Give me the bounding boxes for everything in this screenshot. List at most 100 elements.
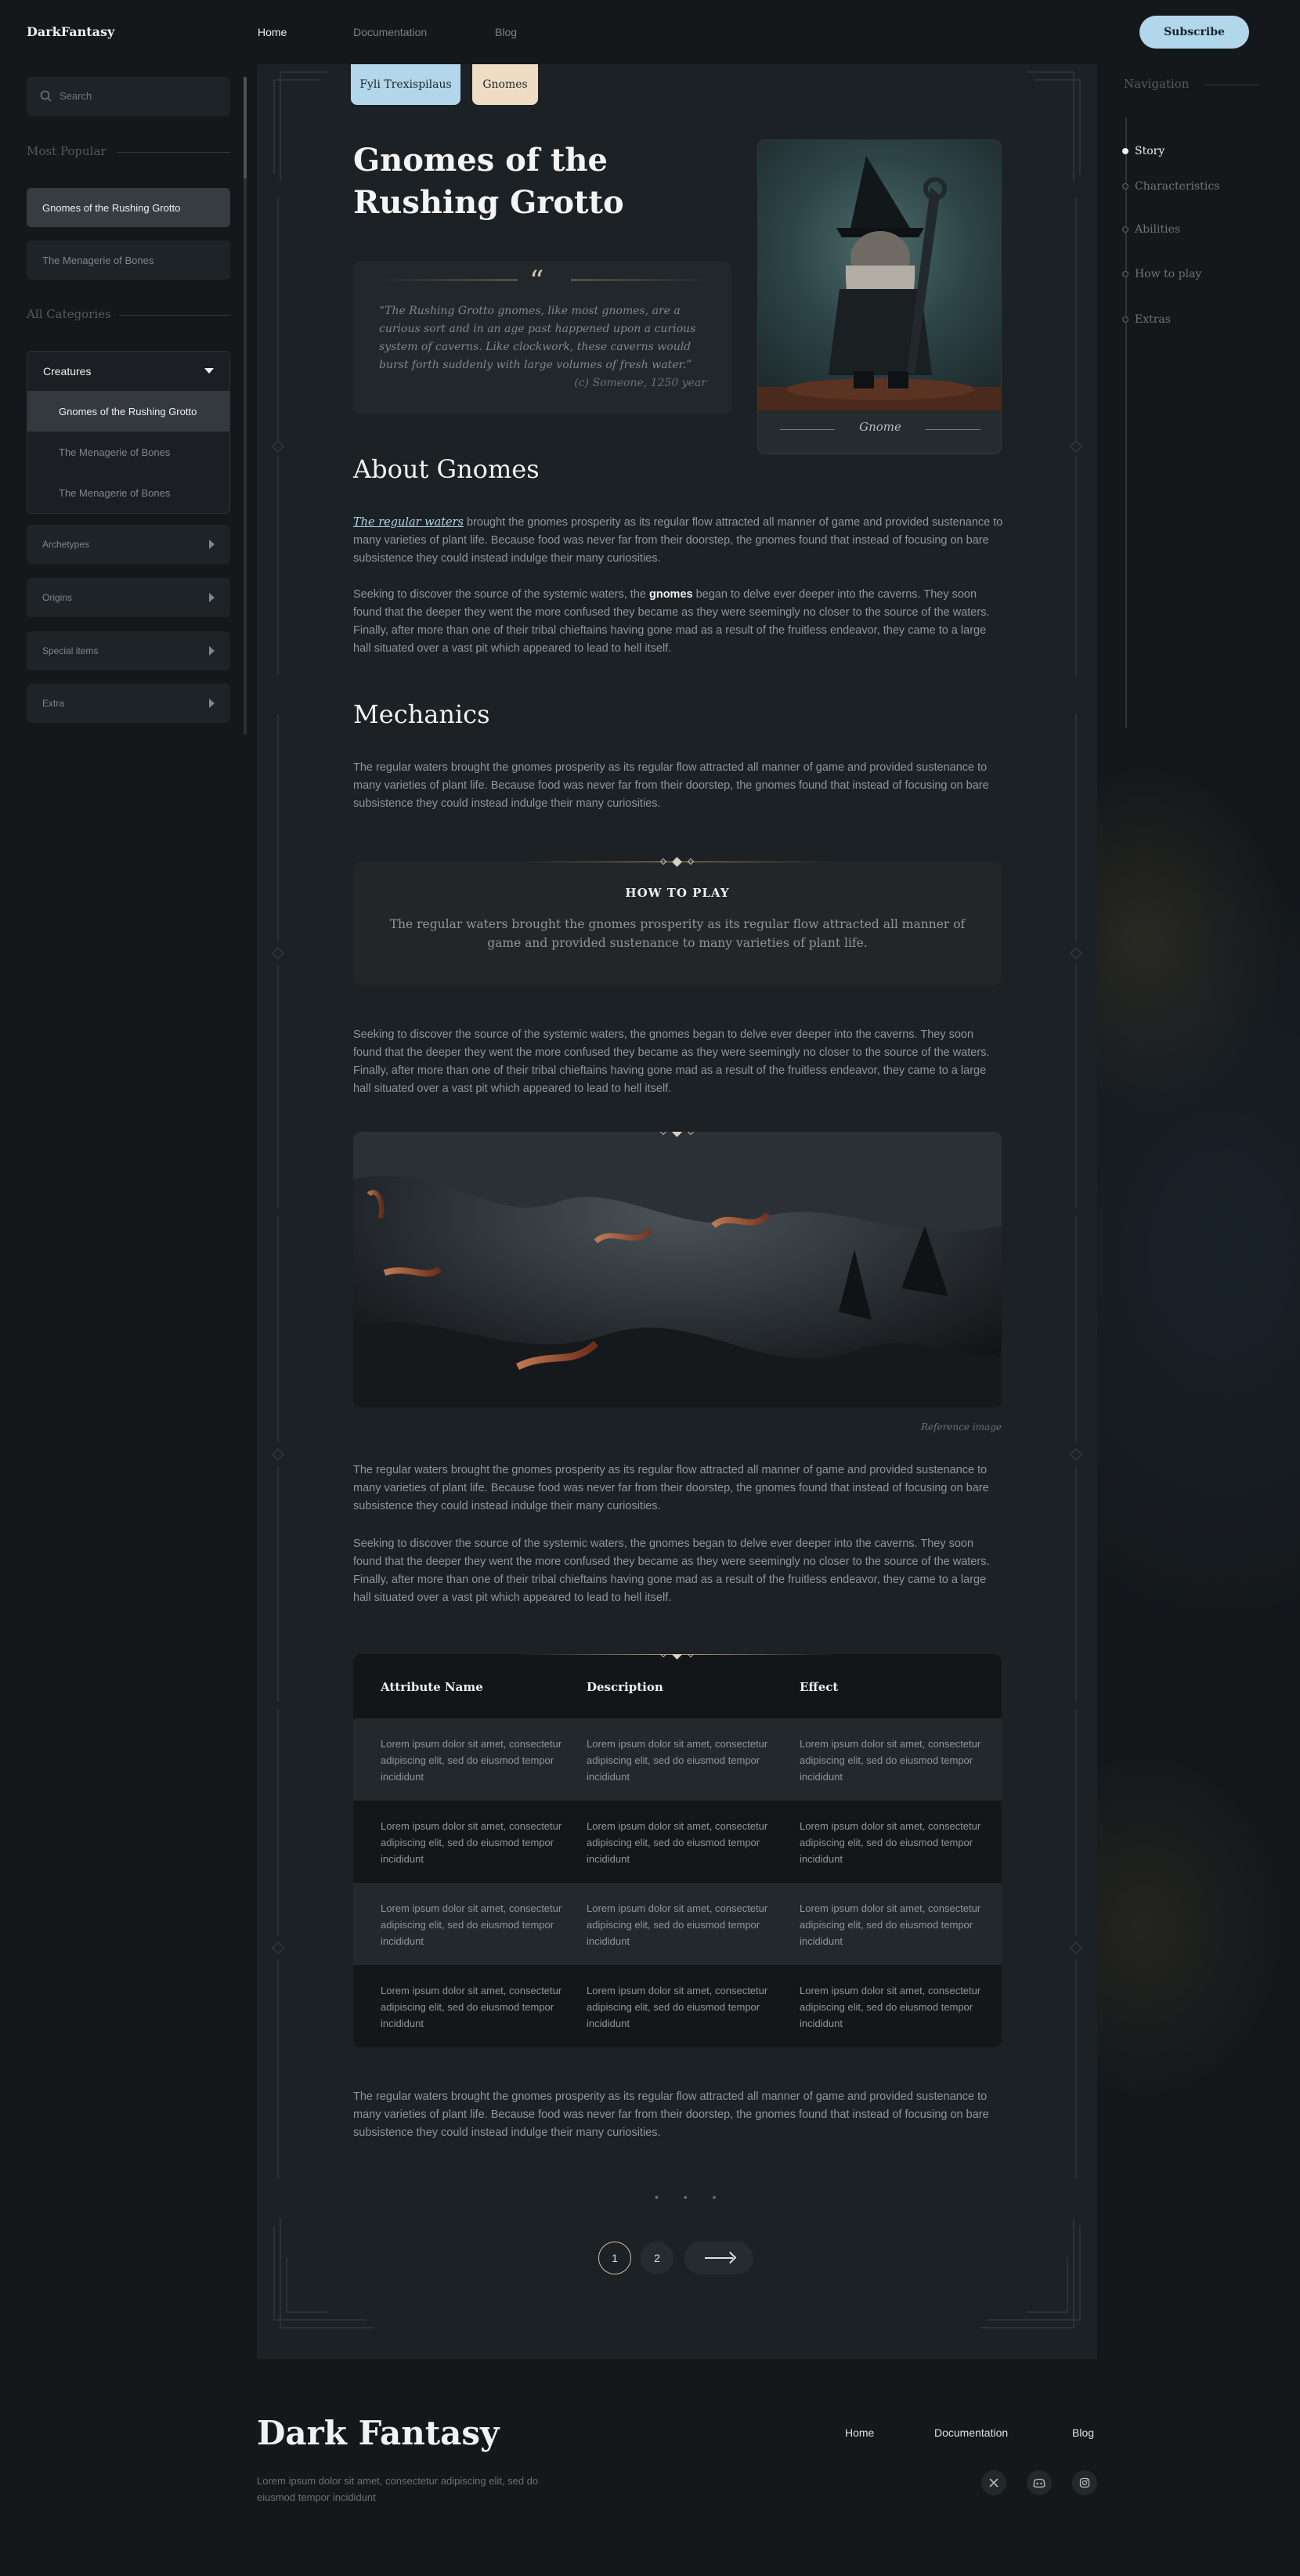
how-to-play-card: HOW TO PLAY The regular waters brought t… bbox=[353, 857, 1002, 985]
table-header-attribute: Attribute Name bbox=[381, 1680, 483, 1694]
category-header[interactable]: Creatures bbox=[27, 352, 229, 391]
right-nav-story[interactable]: Story bbox=[1135, 145, 1165, 157]
table-cell: Lorem ipsum dolor sit amet, consectetur … bbox=[587, 1902, 768, 1947]
tag-fyli[interactable]: Fyli Trexispilaus bbox=[351, 64, 460, 105]
page: DarkFantasy Home Documentation Blog Subs… bbox=[0, 0, 1300, 2576]
figure-caption: Gnome bbox=[859, 420, 901, 434]
all-categories-title: All Categories bbox=[27, 307, 111, 321]
table-row: Lorem ipsum dolor sit amet, consectetur … bbox=[353, 1883, 1002, 1965]
quote-icon: “ bbox=[529, 266, 544, 298]
ornament-diamond bbox=[672, 1654, 682, 1660]
nav-indicator-dot bbox=[1122, 183, 1128, 190]
table-cell: Lorem ipsum dolor sit amet, consectetur … bbox=[587, 1820, 768, 1865]
table-row: Lorem ipsum dolor sit amet, consectetur … bbox=[353, 1965, 1002, 2047]
quote-block: “ “The Rushing Grotto gnomes, like most … bbox=[353, 261, 731, 414]
table-cell: Lorem ipsum dolor sit amet, consectetur … bbox=[800, 1820, 981, 1865]
nav-indicator-dot bbox=[1122, 226, 1128, 233]
right-nav-extras[interactable]: Extras bbox=[1135, 313, 1171, 326]
search-input[interactable]: Search bbox=[27, 77, 230, 116]
ornament-line bbox=[926, 429, 980, 430]
nav-home[interactable]: Home bbox=[258, 26, 287, 38]
nav-blog[interactable]: Blog bbox=[495, 26, 517, 38]
table-cell: Lorem ipsum dolor sit amet, consectetur … bbox=[381, 1738, 562, 1783]
search-icon bbox=[40, 90, 52, 102]
category-creatures: Creatures Gnomes of the Rushing Grotto T… bbox=[27, 351, 230, 514]
ornament-diamond bbox=[687, 1654, 695, 1658]
table-cell: Lorem ipsum dolor sit amet, consectetur … bbox=[800, 1985, 981, 2029]
most-popular-title: Most Popular bbox=[27, 144, 107, 158]
nav-documentation[interactable]: Documentation bbox=[353, 26, 427, 38]
regular-waters-link[interactable]: The regular waters bbox=[353, 516, 464, 529]
about-paragraph-1: The regular waters brought the gnomes pr… bbox=[353, 514, 1003, 568]
pagination-page-1[interactable]: 1 bbox=[598, 2242, 631, 2274]
mechanics-heading: Mechanics bbox=[353, 699, 490, 729]
paragraph-text: Seeking to discover the source of the sy… bbox=[353, 588, 649, 601]
nav-indicator-dot bbox=[1122, 316, 1128, 323]
caret-right-icon bbox=[209, 593, 215, 602]
category-special-items[interactable]: Special items bbox=[27, 631, 230, 670]
sidebar-scroll-thumb[interactable] bbox=[244, 77, 247, 179]
category-label: Special items bbox=[42, 645, 99, 656]
category-item[interactable]: The Menagerie of Bones bbox=[27, 432, 229, 472]
tag-gnomes[interactable]: Gnomes bbox=[472, 64, 538, 105]
instagram-icon[interactable] bbox=[1072, 2470, 1097, 2495]
arrow-right-icon bbox=[705, 2257, 733, 2259]
right-nav-characteristics[interactable]: Characteristics bbox=[1135, 180, 1219, 193]
mechanics-paragraph-2: Seeking to discover the source of the sy… bbox=[353, 1028, 990, 1095]
gnome-image bbox=[758, 140, 1001, 410]
about-heading: About Gnomes bbox=[353, 454, 540, 484]
category-origins[interactable]: Origins bbox=[27, 578, 230, 617]
table-row: Lorem ipsum dolor sit amet, consectetur … bbox=[353, 1718, 1002, 1801]
table-cell: Lorem ipsum dolor sit amet, consectetur … bbox=[800, 1738, 981, 1783]
how-to-play-text: The regular waters brought the gnomes pr… bbox=[389, 917, 966, 950]
category-label: Origins bbox=[42, 592, 73, 603]
table-header-description: Description bbox=[587, 1680, 663, 1694]
gnome-figure-card: Gnome bbox=[757, 139, 1002, 454]
image-caption: Reference image bbox=[920, 1422, 1002, 1433]
category-extra[interactable]: Extra bbox=[27, 684, 230, 723]
category-label: Extra bbox=[42, 698, 65, 709]
divider bbox=[117, 152, 230, 153]
page-title: Gnomes of the Rushing Grotto bbox=[353, 142, 624, 221]
table-cell: Lorem ipsum dolor sit amet, consectetur … bbox=[381, 1820, 562, 1865]
popular-item-menagerie[interactable]: The Menagerie of Bones bbox=[27, 240, 230, 280]
category-label: Creatures bbox=[43, 365, 92, 378]
bold-term: gnomes bbox=[648, 588, 693, 601]
table-cell: Lorem ipsum dolor sit amet, consectetur … bbox=[587, 1738, 768, 1783]
nav-indicator-dot bbox=[1122, 148, 1128, 154]
mechanics-paragraph-3: The regular waters brought the gnomes pr… bbox=[353, 1464, 989, 1512]
table-cell: Lorem ipsum dolor sit amet, consectetur … bbox=[587, 1985, 768, 2029]
category-archetypes[interactable]: Archetypes bbox=[27, 525, 230, 564]
table-row: Lorem ipsum dolor sit amet, consectetur … bbox=[353, 1801, 1002, 1883]
brand-logo[interactable]: DarkFantasy bbox=[27, 24, 114, 39]
x-icon[interactable] bbox=[981, 2470, 1006, 2495]
right-nav-track bbox=[1125, 117, 1127, 728]
how-to-play-heading: HOW TO PLAY bbox=[625, 886, 730, 900]
search-placeholder: Search bbox=[60, 90, 92, 102]
footer-link-home[interactable]: Home bbox=[845, 2426, 874, 2439]
popular-item-gnomes[interactable]: Gnomes of the Rushing Grotto bbox=[27, 188, 230, 227]
table-header-effect: Effect bbox=[800, 1680, 839, 1694]
right-nav-abilities[interactable]: Abilities bbox=[1135, 223, 1180, 236]
table-cell: Lorem ipsum dolor sit amet, consectetur … bbox=[381, 1985, 562, 2029]
discord-icon[interactable] bbox=[1027, 2470, 1052, 2495]
mechanics-paragraph-1: The regular waters brought the gnomes pr… bbox=[353, 761, 989, 810]
subscribe-button[interactable]: Subscribe bbox=[1139, 16, 1249, 49]
pagination-next-button[interactable] bbox=[684, 2242, 753, 2274]
right-nav-title: Navigation bbox=[1124, 77, 1190, 91]
category-item[interactable]: Gnomes of the Rushing Grotto bbox=[27, 391, 229, 432]
footer-link-blog[interactable]: Blog bbox=[1072, 2426, 1094, 2439]
caret-right-icon bbox=[209, 540, 215, 549]
table-cell: Lorem ipsum dolor sit amet, consectetur … bbox=[381, 1902, 562, 1947]
right-nav-how-to-play[interactable]: How to play bbox=[1135, 268, 1201, 280]
footer-description: Lorem ipsum dolor sit amet, consectetur … bbox=[257, 2475, 539, 2503]
footer-brand[interactable]: Dark Fantasy bbox=[257, 2414, 499, 2452]
table-cell: Lorem ipsum dolor sit amet, consectetur … bbox=[800, 1902, 981, 1947]
pagination-page-2[interactable]: 2 bbox=[641, 2242, 673, 2274]
footer-link-documentation[interactable]: Documentation bbox=[934, 2426, 1008, 2439]
section-separator-dots: • • • bbox=[655, 2191, 728, 2203]
category-item[interactable]: The Menagerie of Bones bbox=[27, 472, 229, 513]
nav-indicator-dot bbox=[1122, 271, 1128, 277]
category-label: Archetypes bbox=[42, 539, 90, 550]
caret-right-icon bbox=[209, 646, 215, 656]
